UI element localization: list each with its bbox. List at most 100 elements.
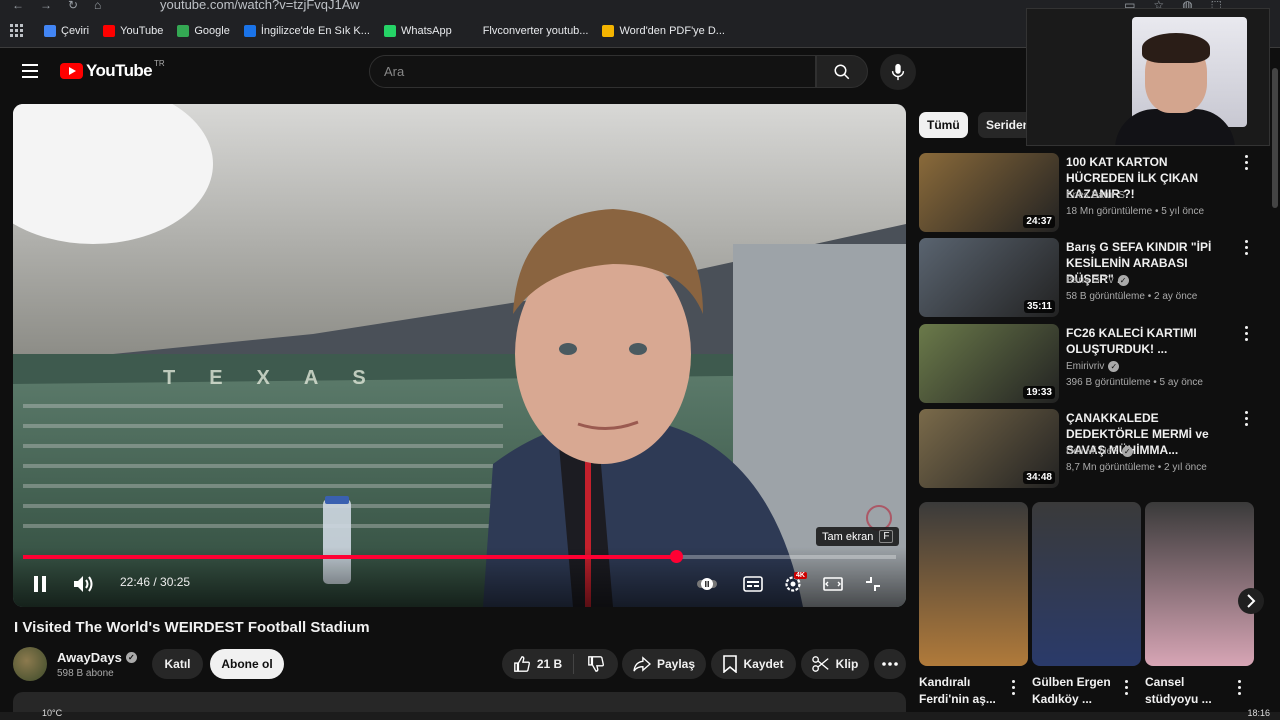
video-thumbnail[interactable]: 24:37 xyxy=(919,153,1059,232)
fullscreen-button[interactable] xyxy=(861,572,885,596)
autoplay-toggle[interactable] xyxy=(697,574,719,594)
bookmark-favicon-icon xyxy=(103,24,116,37)
bookmark-item[interactable]: Google xyxy=(177,24,230,37)
apps-grid-icon[interactable] xyxy=(10,23,24,38)
subscriber-count: 598 B abone xyxy=(57,668,114,679)
bookmark-favicon-icon xyxy=(383,24,396,37)
video-frame: TEXAS xyxy=(13,104,906,607)
recommended-video[interactable]: 24:37 100 KAT KARTON HÜCREDEN İLK ÇIKAN K… xyxy=(919,153,1259,233)
bookmark-label: Çeviri xyxy=(61,24,90,37)
bookmark-favicon-icon xyxy=(44,24,56,37)
verified-icon: ✓ xyxy=(1117,275,1129,286)
more-options-icon[interactable] xyxy=(1125,680,1129,695)
search-input[interactable] xyxy=(384,64,815,79)
progress-bar[interactable] xyxy=(23,550,896,563)
channel-avatar[interactable] xyxy=(13,647,47,681)
channel-row[interactable]: Emirivriv ✓ xyxy=(1066,361,1120,372)
theater-mode-button[interactable] xyxy=(821,573,845,595)
page-scrollbar[interactable] xyxy=(1270,48,1280,720)
progress-played xyxy=(23,555,676,559)
more-options-icon[interactable] xyxy=(1245,155,1249,170)
short-title[interactable]: Kandıralı Ferdi'nin aş... xyxy=(919,674,1014,708)
like-button[interactable]: 21 B xyxy=(502,654,574,674)
pause-button[interactable] xyxy=(29,573,51,595)
video-duration: 35:11 xyxy=(1023,300,1055,313)
channel-row[interactable]: Enes Batur S xyxy=(1066,190,1125,201)
volume-icon xyxy=(74,576,93,592)
shorts-next-button[interactable] xyxy=(1238,588,1264,614)
dislike-button[interactable] xyxy=(574,655,618,673)
shorts-shelf: Kandıralı Ferdi'nin aş... Gülben Ergen Ka… xyxy=(919,502,1264,720)
recommended-video[interactable]: 19:33 FC26 KALECİ KARTIMI OLUŞTURDUK! ...… xyxy=(919,324,1259,404)
channel-name[interactable]: Deli Mi Ne? xyxy=(1066,446,1118,457)
bookmark-item[interactable]: Word'den PDF'ye D... xyxy=(602,24,725,37)
recommended-video[interactable]: 34:48 ÇANAKKALEDE DEDEKTÖRLE MERMİ ve SAV… xyxy=(919,409,1259,489)
short-title[interactable]: Gülben Ergen Kadıköy ... xyxy=(1032,674,1127,708)
bookmark-favicon-icon xyxy=(465,24,478,37)
short-thumbnail[interactable] xyxy=(919,502,1028,666)
bookmark-label: Word'den PDF'ye D... xyxy=(619,24,725,37)
share-label: Paylaş xyxy=(656,657,696,671)
video-thumbnail[interactable]: 35:11 xyxy=(919,238,1059,317)
video-player[interactable]: TEXAS Tam ekran F 22:46 / 30:25 4K xyxy=(13,104,906,607)
more-options-icon[interactable] xyxy=(1245,326,1249,341)
channel-name[interactable]: AwayDays xyxy=(57,650,122,665)
bookmark-item[interactable]: YouTube xyxy=(103,24,164,37)
autoplay-toggle-icon xyxy=(697,578,717,590)
bookmark-item[interactable]: Çeviri xyxy=(44,24,90,37)
scrubber-handle[interactable] xyxy=(670,550,683,563)
save-label: Kaydet xyxy=(743,657,784,671)
bookmark-favicon-icon xyxy=(243,24,256,37)
video-duration: 24:37 xyxy=(1023,215,1055,228)
scrollbar-thumb[interactable] xyxy=(1272,68,1278,208)
clip-label: Klip xyxy=(835,657,859,671)
browser-nav-icons[interactable]: ←→↻⌂ xyxy=(12,0,117,12)
more-options-icon[interactable] xyxy=(1245,411,1249,426)
system-clock: 18:16 xyxy=(1247,708,1270,718)
bookmark-item[interactable]: İngilizce'de En Sık K... xyxy=(243,24,370,37)
bookmark-item[interactable]: WhatsApp xyxy=(383,24,452,37)
short-thumbnail[interactable] xyxy=(1032,502,1141,666)
video-thumbnail[interactable]: 34:48 xyxy=(919,409,1059,488)
save-button[interactable]: Kaydet xyxy=(711,649,796,679)
video-thumbnail[interactable]: 19:33 xyxy=(919,324,1059,403)
more-options-icon[interactable] xyxy=(1245,240,1249,255)
bookmark-item[interactable]: Flvconverter youtub... xyxy=(465,24,588,37)
more-options-icon[interactable] xyxy=(1238,680,1242,695)
channel-name-row[interactable]: AwayDays ✓ xyxy=(57,650,137,665)
address-bar[interactable]: youtube.com/watch?v=tzjFvqJ1Aw xyxy=(160,0,360,12)
video-title[interactable]: FC26 KALECİ KARTIMI OLUŞTURDUK! ... xyxy=(1066,325,1238,357)
channel-name[interactable]: Emirivriv xyxy=(1066,361,1104,372)
tooltip-text: Tam ekran xyxy=(822,530,874,543)
quality-badge: 4K xyxy=(794,572,807,579)
youtube-logo[interactable]: YouTube TR xyxy=(60,59,165,81)
search-button[interactable] xyxy=(816,55,868,88)
channel-row[interactable]: Barış G Tv ✓ xyxy=(1066,275,1129,286)
more-options-icon[interactable] xyxy=(1012,680,1016,695)
search-icon xyxy=(834,64,850,79)
clip-button[interactable]: Klip xyxy=(801,649,869,679)
exit-fullscreen-icon xyxy=(866,577,880,591)
scissors-icon xyxy=(811,656,829,672)
weather-temperature: 10°C xyxy=(42,708,63,718)
bookmark-label: YouTube xyxy=(120,24,164,37)
channel-row[interactable]: Deli Mi Ne? ✓ xyxy=(1066,446,1133,457)
join-button[interactable]: Katıl xyxy=(152,649,203,679)
recommended-video[interactable]: 35:11 Barış G SEFA KINDIR "İPİ KESİLENİN … xyxy=(919,238,1259,318)
voice-search-button[interactable] xyxy=(880,54,916,90)
subscribe-button[interactable]: Abone ol xyxy=(210,649,284,679)
share-button[interactable]: Paylaş xyxy=(622,649,706,679)
settings-button[interactable]: 4K xyxy=(780,572,807,596)
channel-name[interactable]: Barış G Tv xyxy=(1066,275,1114,286)
channel-name[interactable]: Enes Batur S xyxy=(1066,190,1125,201)
subtitles-button[interactable] xyxy=(741,573,765,595)
fullscreen-tooltip: Tam ekran F xyxy=(816,527,900,546)
short-thumbnail[interactable] xyxy=(1145,502,1254,666)
volume-button[interactable] xyxy=(71,572,97,596)
video-title: I Visited The World's WEIRDEST Football … xyxy=(14,619,370,636)
menu-icon[interactable] xyxy=(22,64,38,78)
short-title[interactable]: Cansel stüdyoyu ... xyxy=(1145,674,1240,708)
like-count: 21 B xyxy=(536,657,563,671)
more-actions-button[interactable] xyxy=(874,649,906,679)
chip-all[interactable]: Tümü xyxy=(919,112,968,138)
